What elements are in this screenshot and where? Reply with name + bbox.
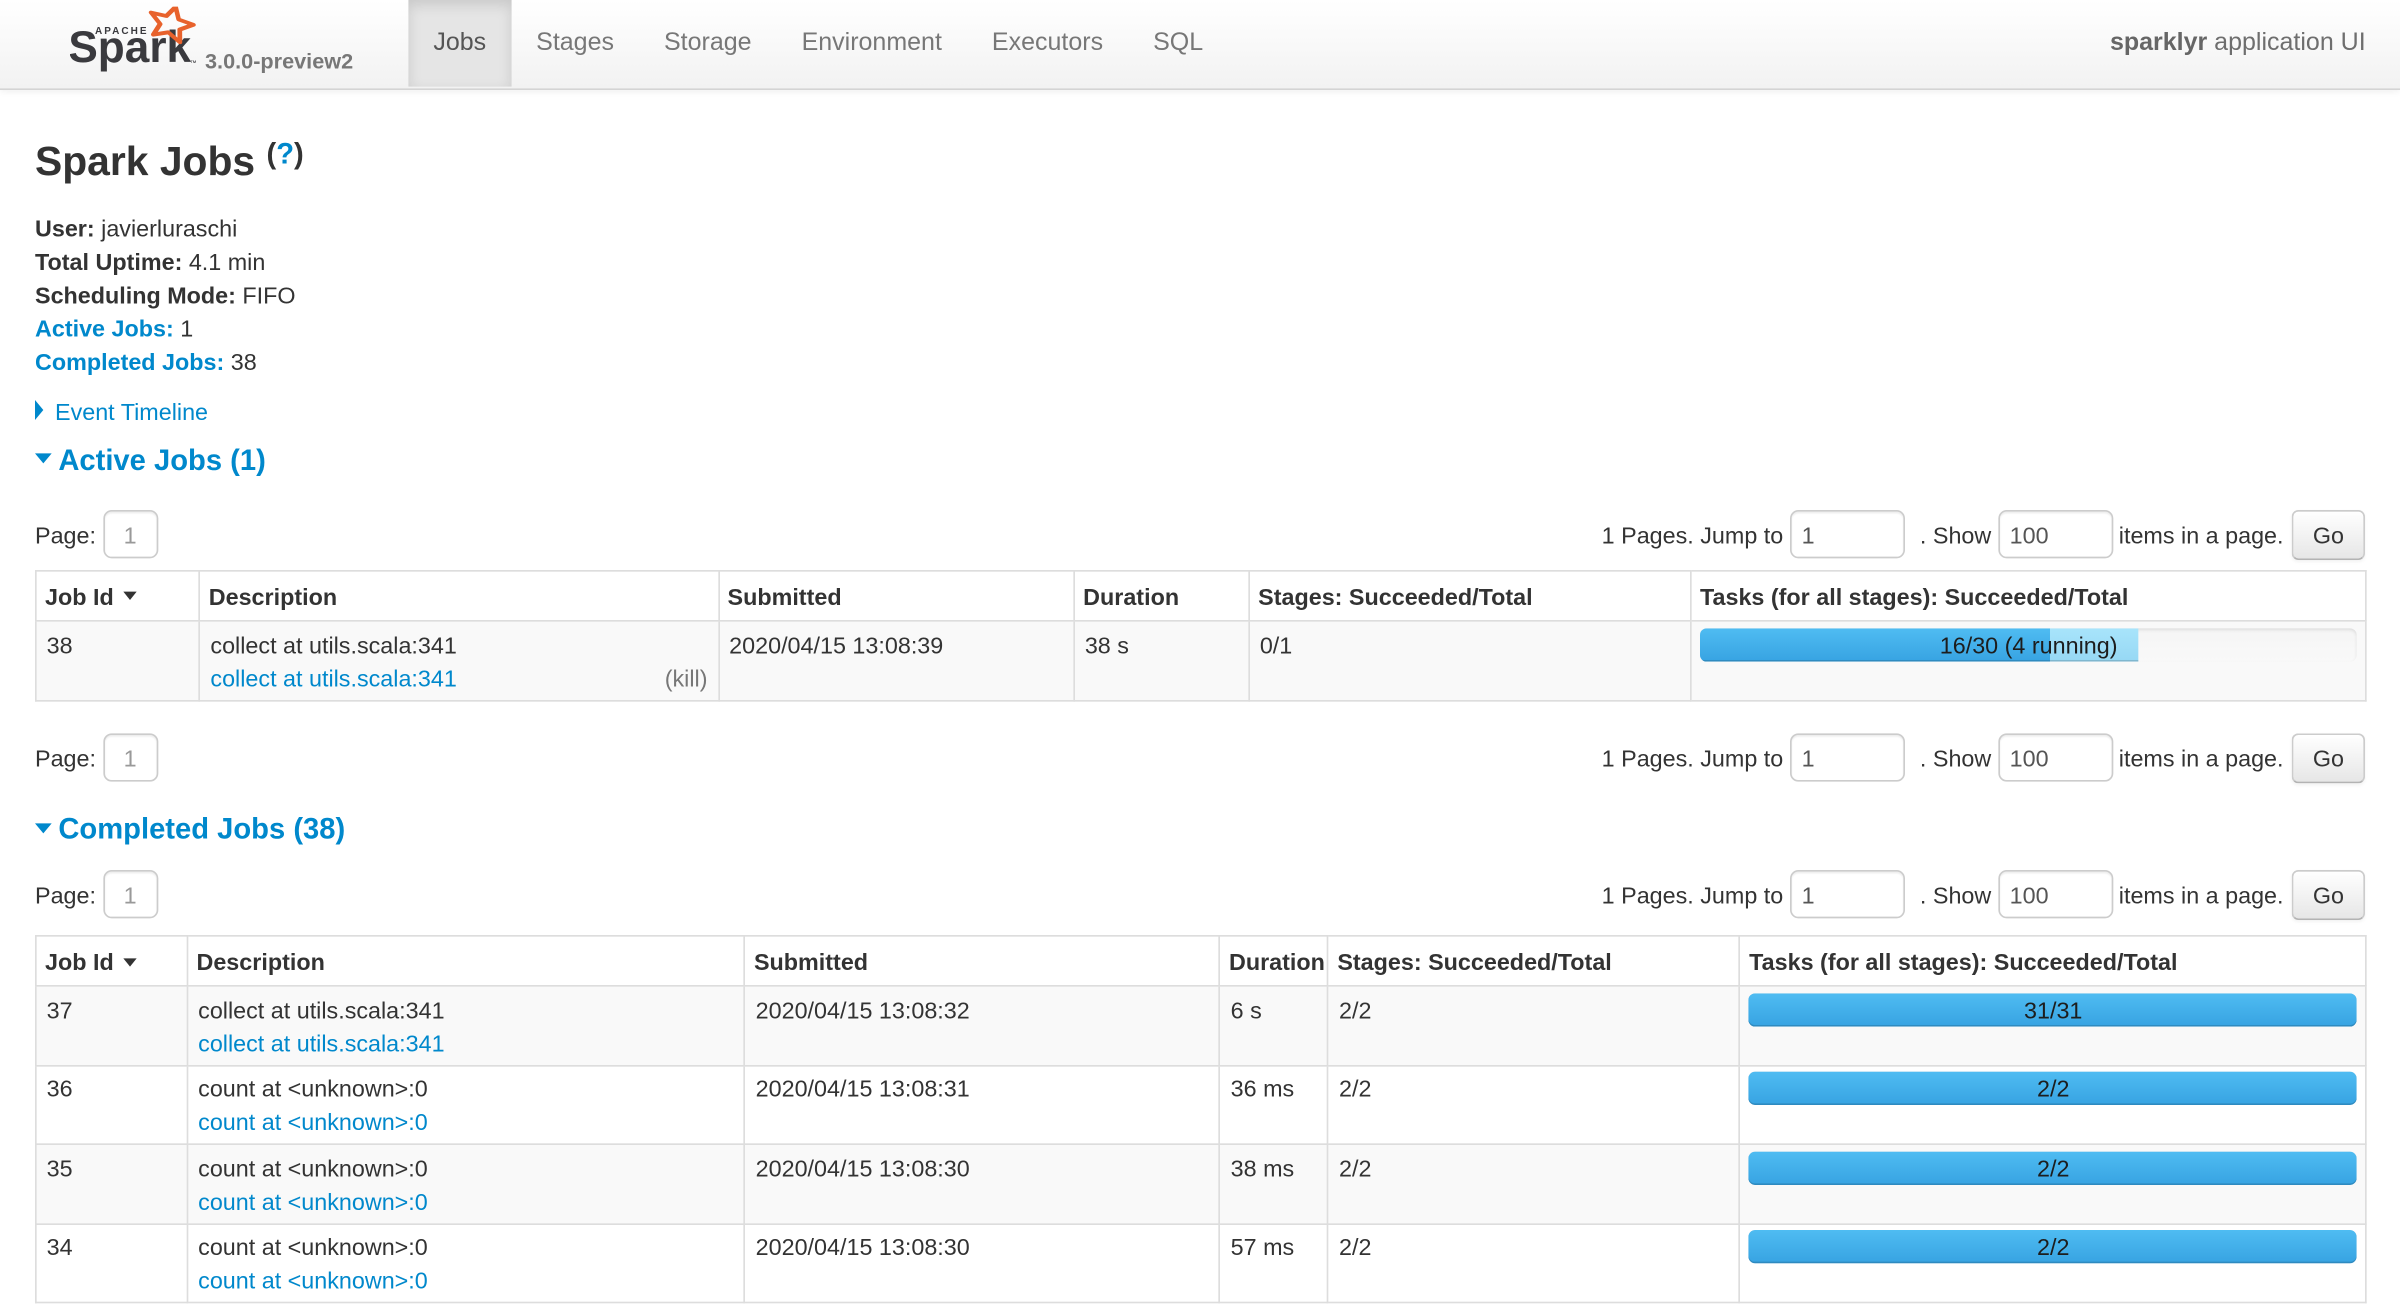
svg-text:™: ™ [190,60,197,67]
svg-text:Spark: Spark [70,23,191,72]
